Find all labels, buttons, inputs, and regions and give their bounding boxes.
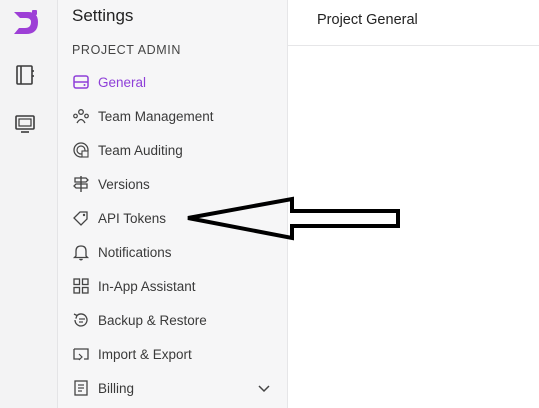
nav-item-versions[interactable]: Versions — [58, 167, 287, 201]
page-title: Project General — [317, 12, 418, 28]
main-header: Project General — [288, 0, 539, 46]
nav-item-import-export[interactable]: Import & Export — [58, 337, 287, 371]
bell-icon — [72, 243, 90, 261]
nav-label: Backup & Restore — [98, 312, 207, 328]
tag-icon — [72, 209, 90, 227]
chevron-down-icon[interactable] — [257, 381, 271, 395]
nav-item-api-tokens[interactable]: API Tokens — [58, 201, 287, 235]
nav-label: Team Management — [98, 108, 214, 124]
nav-item-in-app-assistant[interactable]: In-App Assistant — [58, 269, 287, 303]
import-export-icon — [72, 345, 90, 363]
monitor-icon[interactable] — [14, 113, 36, 135]
nav-label: In-App Assistant — [98, 278, 196, 294]
nav-label: API Tokens — [98, 210, 167, 226]
nav-label: Import & Export — [98, 346, 192, 362]
nav-item-backup-restore[interactable]: Backup & Restore — [58, 303, 287, 337]
nav-label: General — [98, 74, 147, 90]
settings-panel: Settings PROJECT ADMIN General Team Mana… — [58, 0, 288, 408]
notebook-icon[interactable] — [14, 64, 36, 86]
nav-item-billing[interactable]: Billing — [58, 371, 287, 405]
receipt-icon — [72, 379, 90, 397]
signpost-icon — [72, 175, 90, 193]
restore-icon — [72, 311, 90, 329]
nav-item-general[interactable]: General — [58, 65, 287, 99]
grid-icon — [72, 277, 90, 295]
audit-icon — [72, 141, 90, 159]
database-icon — [72, 73, 90, 91]
nav-item-notifications[interactable]: Notifications — [58, 235, 287, 269]
nav-label: Team Auditing — [98, 142, 183, 158]
section-title: PROJECT ADMIN — [72, 43, 181, 57]
settings-nav: General Team Management Team Auditing Ve… — [58, 65, 287, 405]
settings-title: Settings — [72, 6, 134, 25]
app-logo-icon[interactable] — [10, 8, 42, 38]
nav-item-team-auditing[interactable]: Team Auditing — [58, 133, 287, 167]
nav-label: Notifications — [98, 244, 172, 260]
nav-item-team-management[interactable]: Team Management — [58, 99, 287, 133]
app-rail — [0, 0, 58, 408]
nav-label: Versions — [98, 176, 150, 192]
nav-label: Billing — [98, 380, 135, 396]
team-icon — [72, 107, 90, 125]
